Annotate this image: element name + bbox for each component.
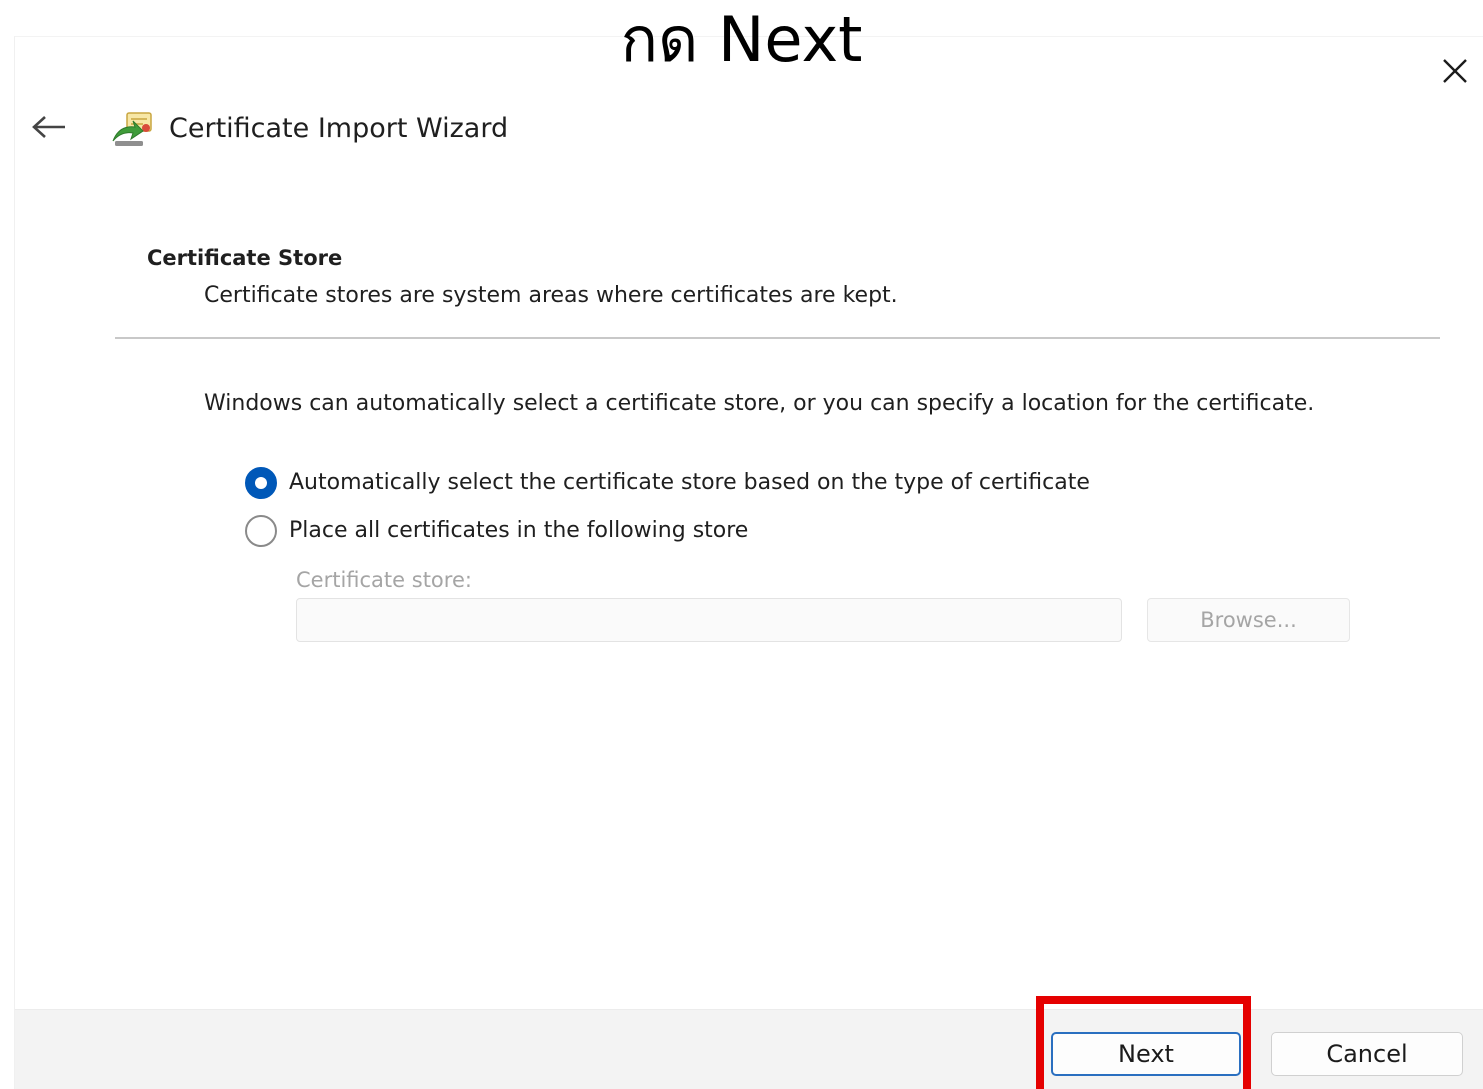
certificate-wizard-icon (112, 112, 152, 146)
cancel-button[interactable]: Cancel (1271, 1032, 1463, 1076)
intro-text: Windows can automatically select a certi… (204, 391, 1315, 416)
radio-button-checked[interactable] (245, 467, 277, 499)
certificate-store-label: Certificate store: (296, 568, 472, 592)
section-heading: Certificate Store (147, 246, 343, 270)
footer-bar: Next Cancel (15, 1009, 1483, 1089)
wizard-window: Certificate Import Wizard Certificate St… (14, 36, 1483, 1089)
radio-option-manual[interactable]: Place all certificates in the following … (245, 514, 748, 548)
radio-label-manual: Place all certificates in the following … (289, 518, 749, 543)
screen: กด Next Certificate Import Wizard Certif… (0, 0, 1483, 1089)
arrow-left-icon (32, 116, 65, 138)
radio-label-automatic: Automatically select the certificate sto… (289, 470, 1090, 495)
section-description: Certificate stores are system areas wher… (204, 283, 898, 308)
certificate-store-input[interactable] (296, 598, 1122, 642)
radio-option-automatic[interactable]: Automatically select the certificate sto… (245, 466, 1090, 500)
browse-button[interactable]: Browse... (1147, 598, 1350, 642)
radio-button-unchecked[interactable] (245, 515, 277, 547)
next-button[interactable]: Next (1051, 1032, 1241, 1076)
annotation-title: กด Next (620, 3, 863, 76)
header-divider (115, 337, 1440, 339)
back-button[interactable] (27, 107, 71, 147)
window-title: Certificate Import Wizard (169, 113, 509, 144)
